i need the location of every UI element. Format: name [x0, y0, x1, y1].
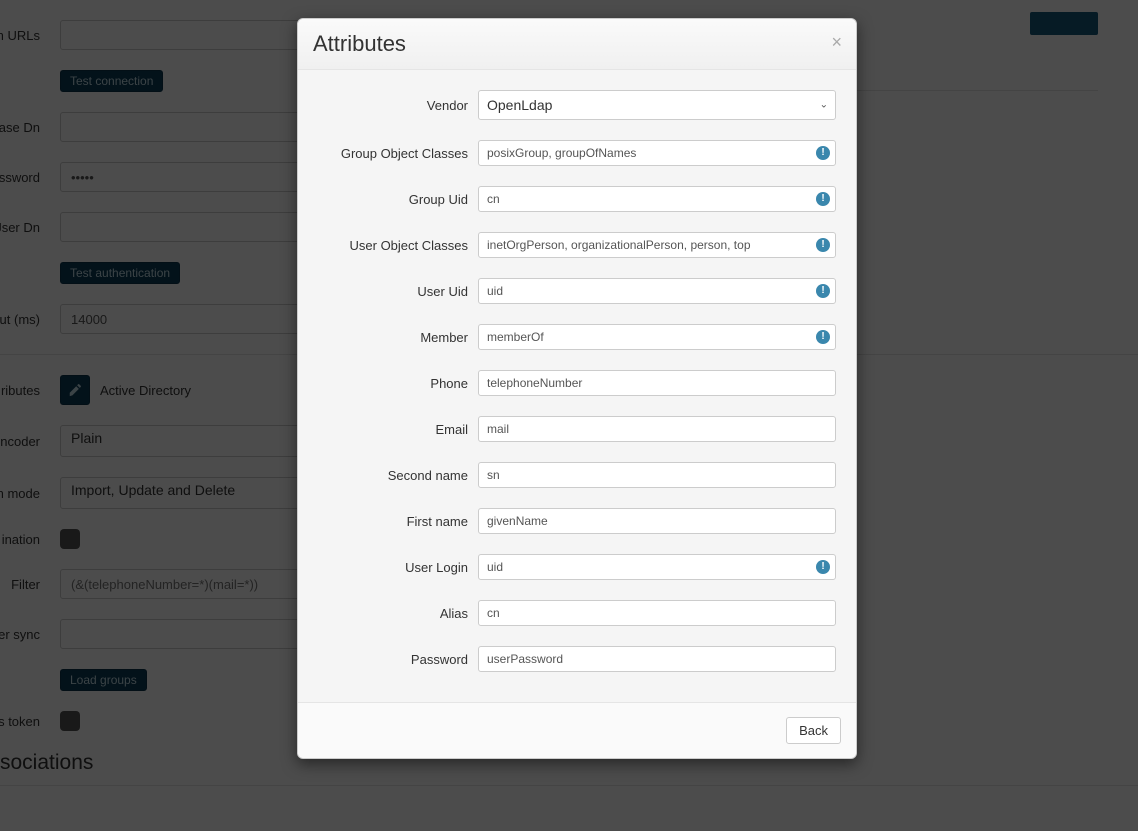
label-user-uid: User Uid [318, 284, 478, 299]
modal-close-button[interactable]: × [831, 33, 842, 51]
label-user-object-classes: User Object Classes [318, 238, 478, 253]
input-group-uid[interactable] [478, 186, 836, 212]
select-vendor[interactable]: OpenLdap [478, 90, 836, 120]
label-phone: Phone [318, 376, 478, 391]
input-password-attr[interactable] [478, 646, 836, 672]
input-email[interactable] [478, 416, 836, 442]
label-password-attr: Password [318, 652, 478, 667]
input-group-object-classes[interactable] [478, 140, 836, 166]
input-first-name[interactable] [478, 508, 836, 534]
back-button[interactable]: Back [786, 717, 841, 744]
info-icon[interactable]: ! [816, 330, 830, 344]
modal-title: Attributes [313, 31, 841, 57]
info-icon[interactable]: ! [816, 560, 830, 574]
input-user-object-classes[interactable] [478, 232, 836, 258]
input-second-name[interactable] [478, 462, 836, 488]
info-icon[interactable]: ! [816, 146, 830, 160]
modal-header: Attributes × [298, 19, 856, 70]
label-second-name: Second name [318, 468, 478, 483]
info-icon[interactable]: ! [816, 238, 830, 252]
close-icon: × [831, 32, 842, 52]
input-user-uid[interactable] [478, 278, 836, 304]
input-alias[interactable] [478, 600, 836, 626]
label-group-object-classes: Group Object Classes [318, 146, 478, 161]
label-user-login: User Login [318, 560, 478, 575]
input-user-login[interactable] [478, 554, 836, 580]
attributes-modal: Attributes × Vendor OpenLdap ⌄ Group Obj… [297, 18, 857, 759]
label-vendor: Vendor [318, 98, 478, 113]
input-phone[interactable] [478, 370, 836, 396]
label-group-uid: Group Uid [318, 192, 478, 207]
label-member: Member [318, 330, 478, 345]
label-first-name: First name [318, 514, 478, 529]
modal-footer: Back [298, 702, 856, 758]
modal-body: Vendor OpenLdap ⌄ Group Object Classes !… [298, 70, 856, 702]
info-icon[interactable]: ! [816, 284, 830, 298]
input-member[interactable] [478, 324, 836, 350]
label-alias: Alias [318, 606, 478, 621]
label-email: Email [318, 422, 478, 437]
info-icon[interactable]: ! [816, 192, 830, 206]
